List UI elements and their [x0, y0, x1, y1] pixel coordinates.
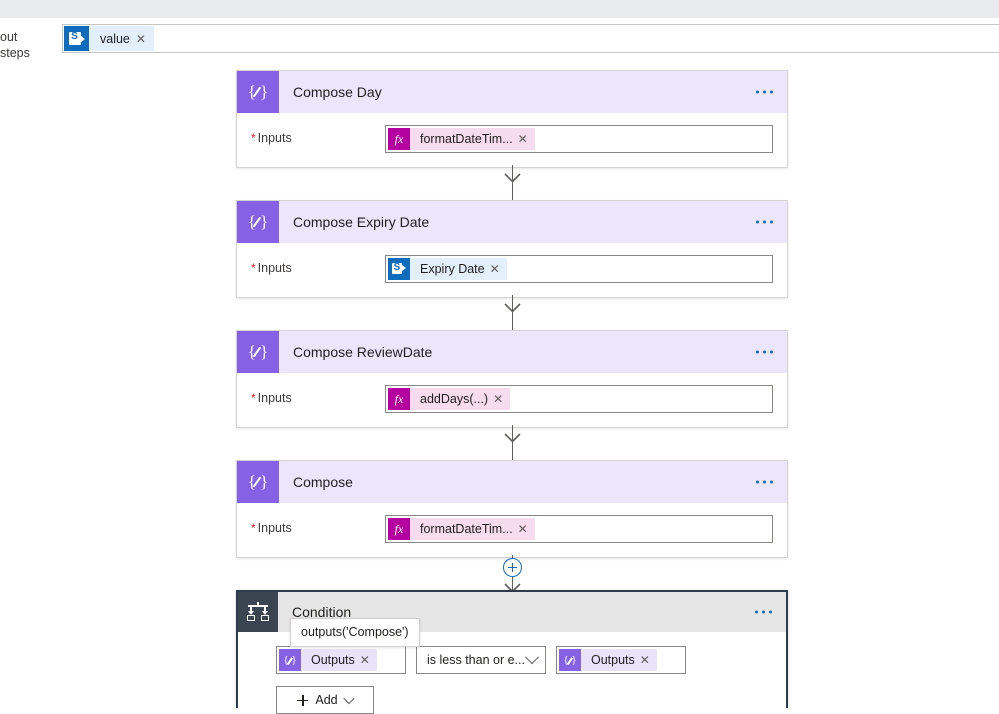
close-icon[interactable]: ✕: [135, 32, 154, 46]
add-condition-button[interactable]: Add: [276, 686, 374, 714]
inputs-field[interactable]: Expiry Date ✕: [385, 255, 773, 283]
trigger-token-bar[interactable]: value ✕: [62, 24, 999, 53]
chevron-down-icon: [524, 650, 540, 665]
token-label: formatDateTim...: [420, 522, 513, 536]
connector-arrow: [504, 433, 521, 443]
compose-icon: { }: [237, 461, 279, 503]
expression-token[interactable]: fx formatDateTim... ✕: [388, 518, 535, 540]
card-body: * Inputs fx formatDateTim... ✕: [237, 113, 787, 167]
card-body: *Inputs Expiry Date ✕: [237, 243, 787, 297]
card-header[interactable]: { } Compose ReviewDate: [237, 331, 787, 373]
inputs-label-text: Inputs: [257, 131, 292, 145]
fx-icon: fx: [388, 128, 410, 150]
inputs-label: * Inputs: [251, 255, 385, 275]
inputs-label-text: Inputs: [257, 521, 292, 535]
action-card-compose[interactable]: { } Compose * Inputs fx formatDateTim... …: [236, 460, 788, 558]
close-icon[interactable]: ✕: [517, 132, 535, 146]
required-indicator: *: [251, 521, 256, 535]
chevron-down-icon: [342, 692, 355, 705]
inputs-label: * Inputs: [251, 125, 385, 145]
card-title: Compose Expiry Date: [293, 214, 430, 230]
inputs-label: * Inputs: [251, 385, 385, 405]
token-label: Outputs: [311, 653, 355, 667]
inputs-field[interactable]: fx formatDateTim... ✕: [385, 125, 773, 153]
fx-icon: fx: [388, 388, 410, 410]
action-card-compose-reviewdate[interactable]: { } Compose ReviewDate * Inputs fx addDay…: [236, 330, 788, 428]
card-body: * Inputs fx formatDateTim... ✕: [237, 503, 787, 557]
condition-row: { } Outputs ✕ is less than or e... { } O…: [238, 646, 786, 674]
card-header[interactable]: { } Compose Expiry Date: [237, 201, 787, 243]
more-options-icon[interactable]: [754, 85, 775, 100]
rail-line-1: out: [0, 30, 18, 44]
inputs-label-text: Inputs: [257, 391, 292, 405]
connector-line: [512, 295, 513, 331]
inputs-label: * Inputs: [251, 515, 385, 535]
outputs-icon: { }: [279, 649, 301, 671]
card-title: Compose: [293, 474, 353, 490]
outputs-icon: { }: [559, 649, 581, 671]
compose-icon: { }: [237, 331, 279, 373]
sharepoint-icon: [64, 26, 89, 51]
flow-canvas: { } Compose Day * Inputs fx formatDateTim…: [0, 53, 999, 714]
more-options-icon[interactable]: [753, 605, 774, 620]
condition-left-operand[interactable]: { } Outputs ✕: [276, 646, 406, 674]
condition-operator-dropdown[interactable]: is less than or e...: [416, 646, 546, 674]
close-icon[interactable]: ✕: [517, 522, 535, 536]
token-label: addDays(...): [420, 392, 489, 406]
token-label: formatDateTim...: [420, 132, 513, 146]
sharepoint-icon: [388, 258, 410, 280]
close-icon[interactable]: ✕: [359, 653, 377, 667]
token-chip-label: value: [100, 31, 130, 46]
sharepoint-token[interactable]: Expiry Date ✕: [388, 258, 507, 280]
close-icon[interactable]: ✕: [639, 653, 657, 667]
card-header[interactable]: { } Compose Day: [237, 71, 787, 113]
card-header[interactable]: { } Compose: [237, 461, 787, 503]
card-title: Compose Day: [293, 84, 382, 100]
condition-icon: [238, 592, 278, 632]
card-body: * Inputs fx addDays(...) ✕: [237, 373, 787, 427]
expression-token[interactable]: fx formatDateTim... ✕: [388, 128, 535, 150]
compose-icon: { }: [237, 71, 279, 113]
plus-icon: [297, 694, 309, 706]
more-options-icon[interactable]: [754, 475, 775, 490]
connector-line: [512, 425, 513, 461]
fx-icon: fx: [388, 518, 410, 540]
compose-icon: { }: [237, 201, 279, 243]
required-indicator: *: [251, 261, 256, 275]
condition-block[interactable]: Condition { } Outputs ✕ is less than or …: [236, 590, 788, 714]
connector-arrow: [504, 303, 521, 313]
condition-operator-value: is less than or e...: [427, 653, 525, 667]
close-icon[interactable]: ✕: [492, 392, 510, 406]
outputs-token[interactable]: { } Outputs ✕: [279, 649, 377, 671]
token-label: Expiry Date: [420, 262, 485, 276]
browser-top-band: [0, 0, 999, 18]
insert-step-button[interactable]: [503, 558, 522, 577]
inputs-field[interactable]: fx formatDateTim... ✕: [385, 515, 773, 543]
connector-arrow: [504, 173, 521, 183]
outputs-token[interactable]: { } Outputs ✕: [559, 649, 657, 671]
required-indicator: *: [251, 131, 256, 145]
condition-right-operand[interactable]: { } Outputs ✕: [556, 646, 686, 674]
more-options-icon[interactable]: [754, 215, 775, 230]
action-card-compose-expiry-date[interactable]: { } Compose Expiry Date *Inputs Expiry D…: [236, 200, 788, 298]
expression-token[interactable]: fx addDays(...) ✕: [388, 388, 511, 410]
required-indicator: *: [251, 391, 256, 405]
inputs-label-text: Inputs: [257, 261, 292, 275]
token-label: Outputs: [591, 653, 635, 667]
connector-line: [512, 165, 513, 201]
expression-tooltip: outputs('Compose'): [290, 618, 420, 647]
add-button-label: Add: [315, 693, 338, 707]
card-title: Compose ReviewDate: [293, 344, 433, 360]
inputs-field[interactable]: fx addDays(...) ✕: [385, 385, 773, 413]
more-options-icon[interactable]: [754, 345, 775, 360]
close-icon[interactable]: ✕: [489, 262, 507, 276]
token-chip-value[interactable]: value ✕: [64, 26, 154, 51]
action-card-compose-day[interactable]: { } Compose Day * Inputs fx formatDateTim…: [236, 70, 788, 168]
